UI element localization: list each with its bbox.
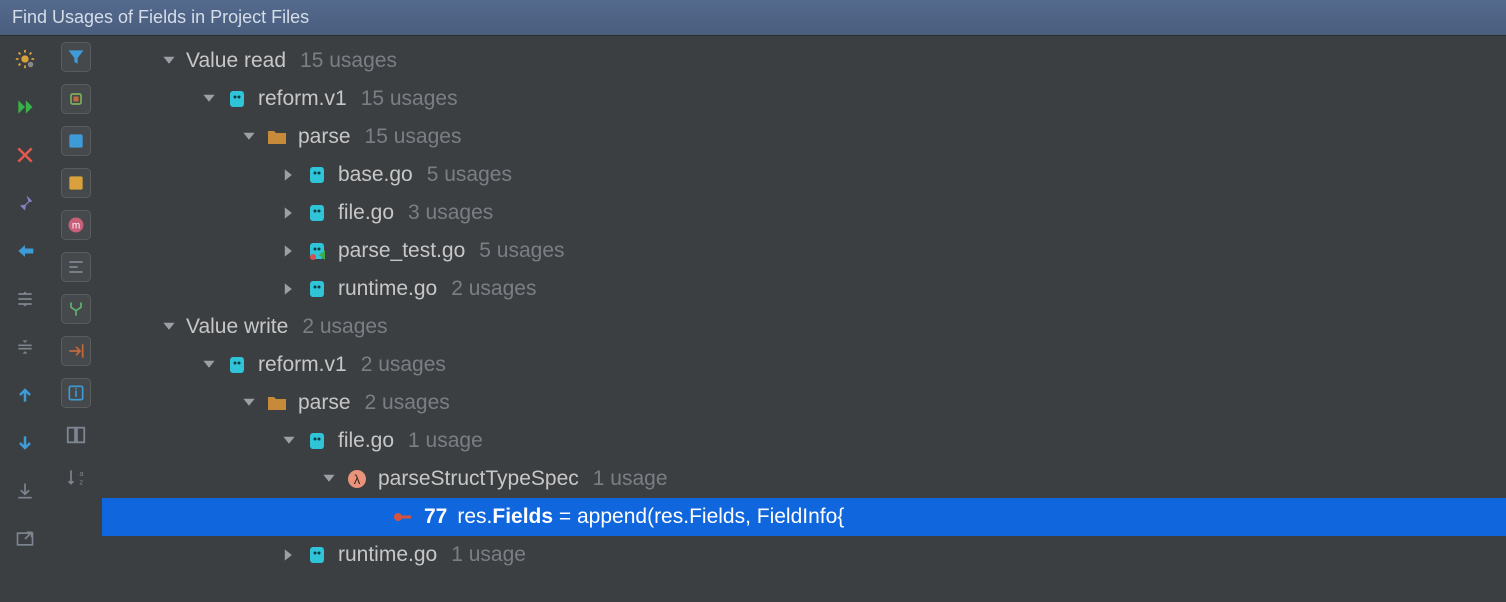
folder-icon: [266, 126, 288, 148]
next-icon[interactable]: [10, 428, 40, 458]
group-usages-icon[interactable]: [61, 84, 91, 114]
node-label: runtime.go: [338, 540, 437, 569]
node-label: parse: [298, 122, 351, 151]
svg-text:i: i: [74, 387, 77, 400]
node-label: Value write: [186, 312, 288, 341]
node-value-write[interactable]: Value write 2 usages: [102, 308, 1506, 346]
go-file-icon: [306, 430, 328, 452]
import-icon[interactable]: [61, 336, 91, 366]
toolbar-right: m i az: [50, 36, 102, 602]
node-parse-test-go[interactable]: parse_test.go 5 usages: [102, 232, 1506, 270]
chevron-down-icon[interactable]: [160, 318, 178, 336]
chevron-right-icon[interactable]: [280, 242, 298, 260]
node-label: parseStructTypeSpec: [378, 464, 579, 493]
node-reform[interactable]: reform.v1 15 usages: [102, 80, 1506, 118]
node-label: file.go: [338, 198, 394, 227]
rerun-icon[interactable]: [10, 92, 40, 122]
toolbar-left: [0, 36, 50, 602]
node-label: base.go: [338, 160, 413, 189]
svg-text:z: z: [79, 478, 83, 487]
chevron-down-icon[interactable]: [160, 52, 178, 70]
group-method-icon[interactable]: m: [61, 210, 91, 240]
node-label: runtime.go: [338, 274, 437, 303]
chevron-down-icon[interactable]: [200, 356, 218, 374]
preview-icon[interactable]: [61, 420, 91, 450]
close-icon[interactable]: [10, 140, 40, 170]
expand-all-icon[interactable]: [10, 284, 40, 314]
usage-count: 1 usage: [451, 540, 526, 569]
go-file-icon: [306, 164, 328, 186]
chevron-down-icon[interactable]: [240, 128, 258, 146]
node-parse-pkg[interactable]: parse 15 usages: [102, 118, 1506, 156]
go-module-icon: [226, 88, 248, 110]
open-new-tab-icon[interactable]: [10, 524, 40, 554]
back-icon[interactable]: [10, 236, 40, 266]
chevron-down-icon[interactable]: [280, 432, 298, 450]
node-func[interactable]: λ parseStructTypeSpec 1 usage: [102, 460, 1506, 498]
chevron-right-icon[interactable]: [280, 280, 298, 298]
usage-count: 2 usages: [451, 274, 536, 303]
window-title: Find Usages of Fields in Project Files: [0, 0, 1506, 36]
node-label: Value read: [186, 46, 286, 75]
folder-icon: [266, 392, 288, 414]
go-module-icon: [226, 354, 248, 376]
pin-icon[interactable]: [10, 188, 40, 218]
usage-count: 2 usages: [302, 312, 387, 341]
usage-count: 2 usages: [365, 388, 450, 417]
title-text: Find Usages of Fields in Project Files: [12, 7, 309, 28]
chevron-right-icon[interactable]: [280, 204, 298, 222]
usage-count: 5 usages: [479, 236, 564, 265]
usage-count: 15 usages: [300, 46, 397, 75]
usage-line-selected[interactable]: 77res.Fields = append(res.Fields, FieldI…: [102, 498, 1506, 536]
node-file-go-w[interactable]: file.go 1 usage: [102, 422, 1506, 460]
node-label: parse_test.go: [338, 236, 465, 265]
node-label: file.go: [338, 426, 394, 455]
node-runtime-go[interactable]: runtime.go 2 usages: [102, 270, 1506, 308]
filter-icon[interactable]: [61, 42, 91, 72]
show-lines-icon[interactable]: [61, 252, 91, 282]
usages-tree[interactable]: Value read 15 usages reform.v1 15 usages…: [102, 36, 1506, 602]
settings-icon[interactable]: [10, 44, 40, 74]
node-value-read[interactable]: Value read 15 usages: [102, 42, 1506, 80]
merge-icon[interactable]: [61, 294, 91, 324]
panel-body: m i az Value read 15 usages reform.v1 15…: [0, 36, 1506, 602]
node-file-go[interactable]: file.go 3 usages: [102, 194, 1506, 232]
usage-count: 5 usages: [427, 160, 512, 189]
lambda-icon: λ: [346, 468, 368, 490]
write-access-icon: [392, 506, 414, 528]
group-package-icon[interactable]: [61, 168, 91, 198]
chevron-down-icon[interactable]: [320, 470, 338, 488]
go-file-icon: [306, 544, 328, 566]
collapse-all-icon[interactable]: [10, 332, 40, 362]
group-module-icon[interactable]: [61, 126, 91, 156]
code-line: 77res.Fields = append(res.Fields, FieldI…: [424, 502, 844, 531]
prev-icon[interactable]: [10, 380, 40, 410]
svg-text:λ: λ: [354, 472, 361, 487]
usage-count: 15 usages: [365, 122, 462, 151]
info-icon[interactable]: i: [61, 378, 91, 408]
go-file-icon: [306, 278, 328, 300]
node-parse-pkg-w[interactable]: parse 2 usages: [102, 384, 1506, 422]
node-base-go[interactable]: base.go 5 usages: [102, 156, 1506, 194]
go-file-icon: [306, 202, 328, 224]
node-label: parse: [298, 388, 351, 417]
export-icon[interactable]: [10, 476, 40, 506]
chevron-down-icon[interactable]: [240, 394, 258, 412]
chevron-right-icon[interactable]: [280, 166, 298, 184]
usage-count: 2 usages: [361, 350, 446, 379]
usage-count: 15 usages: [361, 84, 458, 113]
usage-count: 1 usage: [593, 464, 668, 493]
sort-icon[interactable]: az: [61, 462, 91, 492]
line-number: 77: [424, 505, 447, 528]
node-runtime-go-w[interactable]: runtime.go 1 usage: [102, 536, 1506, 574]
node-label: reform.v1: [258, 350, 347, 379]
go-test-file-icon: [306, 240, 328, 262]
chevron-right-icon[interactable]: [280, 546, 298, 564]
usage-count: 1 usage: [408, 426, 483, 455]
node-reform-w[interactable]: reform.v1 2 usages: [102, 346, 1506, 384]
node-label: reform.v1: [258, 84, 347, 113]
chevron-down-icon[interactable]: [200, 90, 218, 108]
usage-count: 3 usages: [408, 198, 493, 227]
svg-text:m: m: [72, 220, 80, 231]
